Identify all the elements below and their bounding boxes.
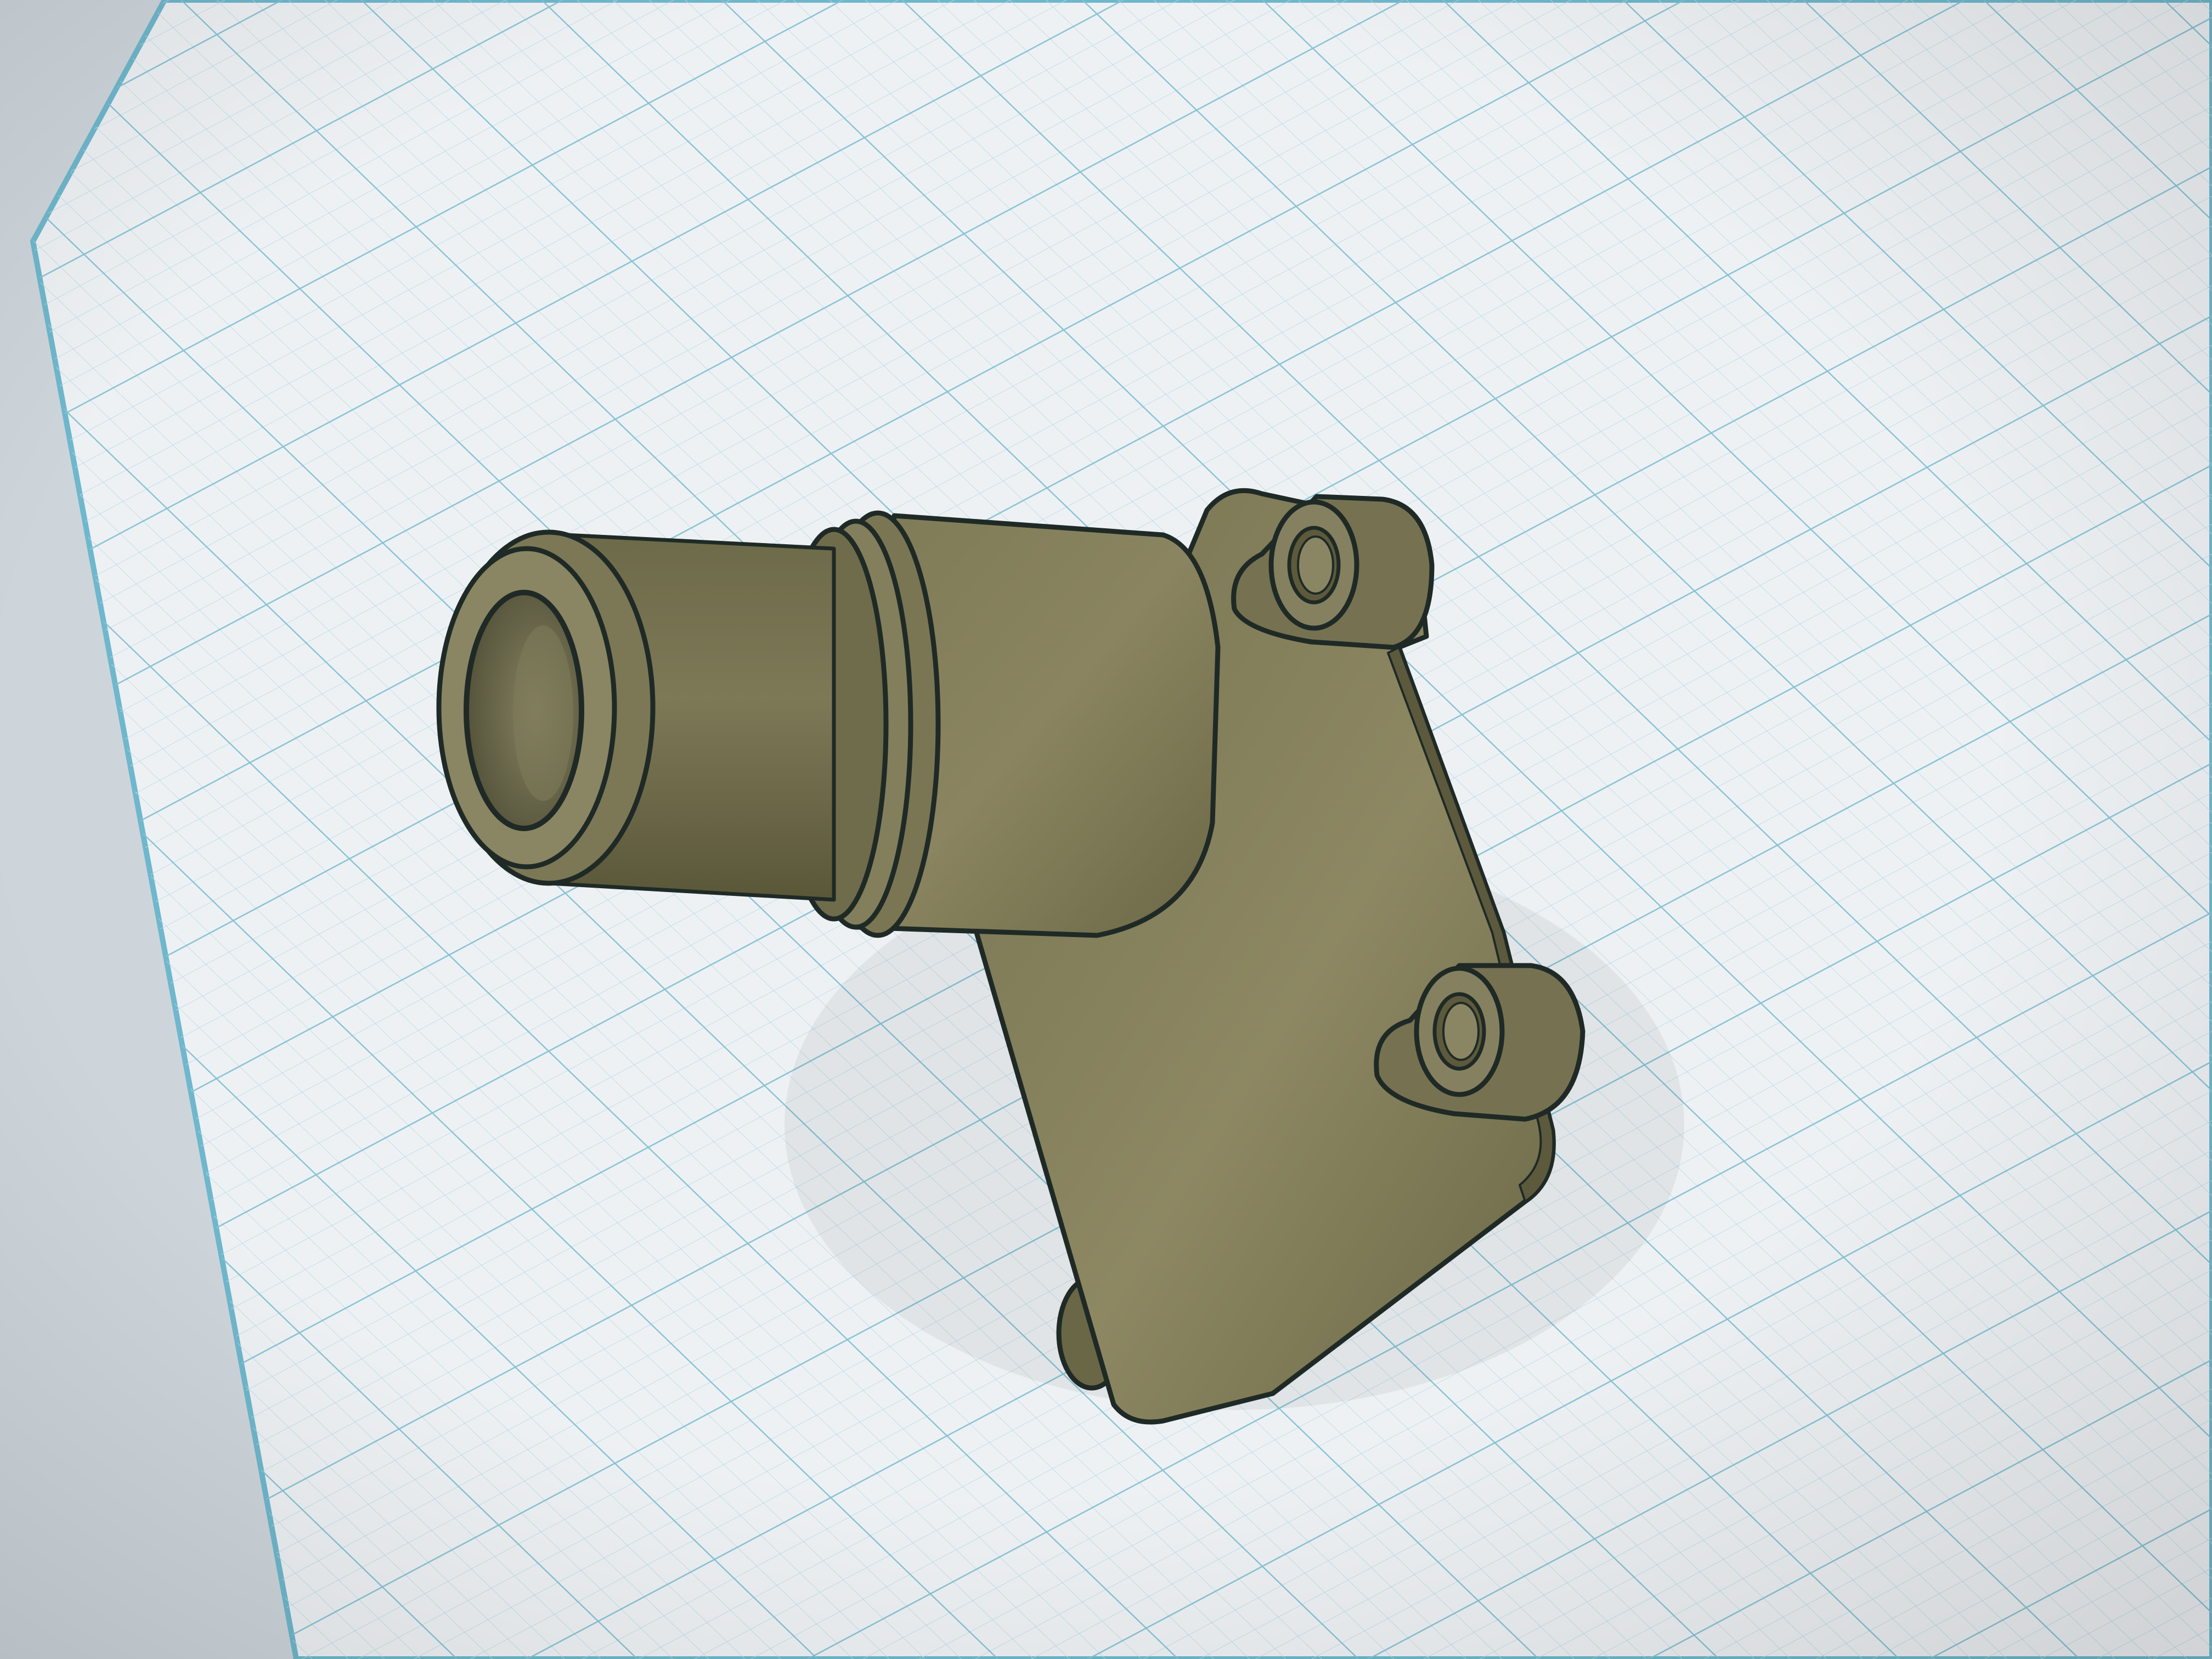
3d-scene[interactable] <box>0 0 2212 1659</box>
cad-viewport[interactable] <box>0 0 2212 1659</box>
screen-vignette <box>0 0 2212 1659</box>
